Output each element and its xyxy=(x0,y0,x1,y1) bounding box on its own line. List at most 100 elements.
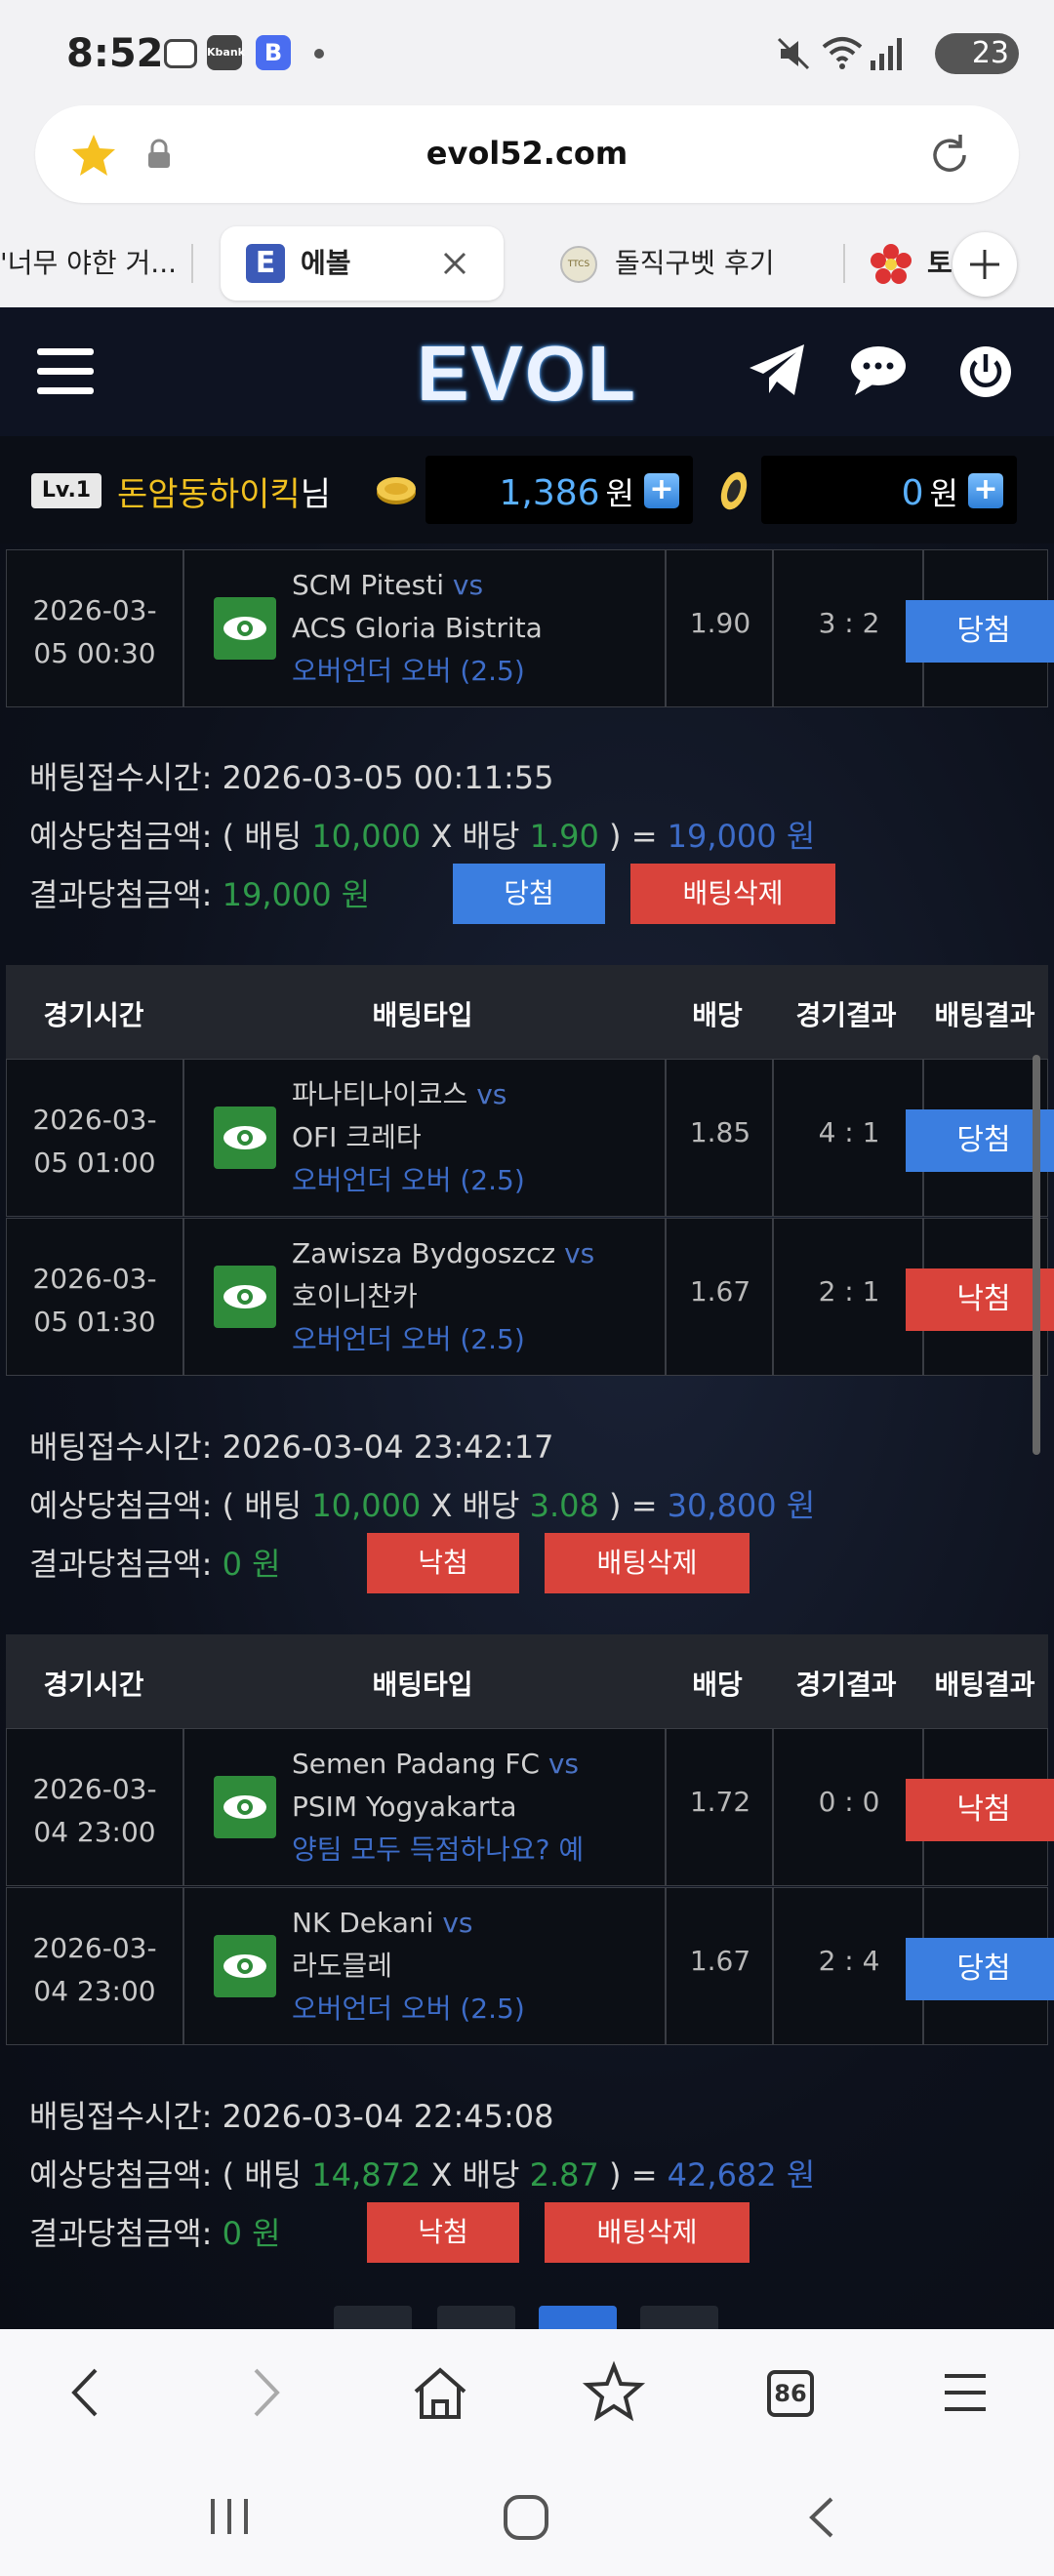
home-team: Semen Padang FC xyxy=(292,1748,540,1780)
back-arrow-icon[interactable] xyxy=(53,2358,121,2427)
game-score: 3 : 2 xyxy=(818,607,880,639)
eye-icon[interactable] xyxy=(214,1266,276,1328)
game-time: 2026-03- 05 01:30 xyxy=(32,1263,157,1338)
username-text: 돈암동하이킥 xyxy=(117,475,301,514)
col-bet-result: 배팅결과 xyxy=(934,1669,1035,1701)
table-row: 2026-03- 05 01:30 Zawisza Bydgoszcz vs 호이… xyxy=(6,1218,1048,1376)
match-info: SCM Pitesti vs ACS Gloria Bistrita 오버언더 … xyxy=(292,564,543,693)
col-type: 배팅타입 xyxy=(372,999,473,1031)
col-game-result: 경기결과 xyxy=(795,1669,897,1701)
menu-icon[interactable] xyxy=(931,2358,999,2427)
bet-result-badge: 당첨 xyxy=(906,600,1054,663)
away-team: ACS Gloria Bistrita xyxy=(292,612,543,644)
vs-label: vs xyxy=(547,1748,580,1780)
address-bar[interactable]: evol52.com xyxy=(35,105,1019,203)
delete-bet-button[interactable]: 배팅삭제 xyxy=(630,864,835,924)
match-info: NK Dekani vs 라도믈레 오버언더 오버 (2.5) xyxy=(292,1902,525,2031)
bet-type: 양팀 모두 득점하나요? 예 xyxy=(292,1833,585,1866)
home-icon[interactable] xyxy=(406,2358,474,2427)
bet-type: 오버언더 오버 (2.5) xyxy=(292,1992,525,2025)
col-type: 배팅타입 xyxy=(372,1669,473,1701)
eye-icon[interactable] xyxy=(214,597,276,660)
clock: 8:52 xyxy=(66,31,164,76)
away-team: PSIM Yogyakarta xyxy=(292,1791,517,1823)
col-odds: 배당 xyxy=(692,999,743,1031)
mute-icon xyxy=(777,37,810,70)
pagination-button[interactable] xyxy=(334,2306,412,2329)
home-button-icon[interactable] xyxy=(502,2493,550,2542)
home-team: SCM Pitesti xyxy=(292,569,444,601)
pagination-button-active[interactable] xyxy=(539,2306,617,2329)
accept-time-line: 배팅접수시간: 2026-03-05 00:11:55 xyxy=(29,759,554,796)
col-odds: 배당 xyxy=(692,1669,743,1701)
vs-label: vs xyxy=(476,1078,507,1110)
point-chip-icon xyxy=(720,471,748,510)
table-row: 2026-03- 04 23:00 NK Dekani vs 라도믈레 오버언더 … xyxy=(6,1887,1048,2045)
tabs-icon: 86 xyxy=(767,2370,814,2417)
power-icon[interactable] xyxy=(958,344,1013,399)
game-score: 0 : 0 xyxy=(818,1786,880,1818)
forward-arrow-icon[interactable] xyxy=(230,2358,299,2427)
pagination-button[interactable] xyxy=(640,2306,718,2329)
game-time: 2026-03- 05 01:00 xyxy=(32,1104,157,1179)
pagination-button[interactable] xyxy=(437,2306,515,2329)
tab-label: '너무 야한 거... xyxy=(0,247,177,279)
eye-icon[interactable] xyxy=(214,1107,276,1169)
b-app-icon: B xyxy=(256,35,291,70)
away-team: OFI 크레타 xyxy=(292,1121,422,1153)
eye-icon[interactable] xyxy=(214,1935,276,1997)
home-team: 파나티나이코스 xyxy=(292,1078,468,1110)
browser-toolbar: evol52.com '너무 야한 거... E 에볼 TTCS 돌직구벳 후기 xyxy=(0,98,1054,307)
table-header: 경기시간 배팅타입 배당 경기결과 배팅결과 xyxy=(6,965,1048,1059)
match-info: 파나티나이코스 vs OFI 크레타 오버언더 오버 (2.5) xyxy=(292,1073,525,1202)
username: 돈암동하이킥님 xyxy=(117,467,331,515)
game-time: 2026-03- 04 23:00 xyxy=(32,1932,157,2007)
result-status-button[interactable]: 낙첨 xyxy=(367,2202,519,2263)
table-header: 경기시간 배팅타입 배당 경기결과 배팅결과 xyxy=(6,1634,1048,1728)
table-row: 2026-03- 04 23:00 Semen Padang FC vs PSIM… xyxy=(6,1728,1048,1886)
recent-apps-icon[interactable] xyxy=(205,2495,254,2538)
money-unit: 원 xyxy=(605,475,634,512)
delete-bet-button[interactable]: 배팅삭제 xyxy=(545,2202,750,2263)
away-team: 호이니찬카 xyxy=(292,1280,418,1312)
point-plus-button[interactable]: + xyxy=(968,473,1003,508)
url-text: evol52.com xyxy=(426,135,628,172)
signal-icon xyxy=(871,38,902,70)
point-amount: 0 xyxy=(901,473,924,513)
level-badge: Lv.1 xyxy=(31,473,101,508)
table-row: 2026-03- 05 00:30 SCM Pitesti vs ACS Glor… xyxy=(6,549,1048,707)
tab-label: 토 xyxy=(927,247,953,279)
accept-time-line: 배팅접수시간: 2026-03-04 23:42:17 xyxy=(29,1429,554,1466)
home-team: NK Dekani xyxy=(292,1907,434,1939)
charge-button[interactable]: + xyxy=(644,473,679,508)
status-bar: 8:52 Kbank B 23 xyxy=(0,0,1054,98)
match-info: Semen Padang FC vs PSIM Yogyakarta 양팀 모두… xyxy=(292,1743,584,1872)
new-tab-button[interactable] xyxy=(953,232,1017,297)
coin-icon xyxy=(377,477,416,504)
tab-divider xyxy=(843,244,845,283)
tab-item-active[interactable]: E 에볼 xyxy=(221,226,504,301)
back-button-icon[interactable] xyxy=(798,2493,847,2542)
tab-item[interactable]: '너무 야한 거... xyxy=(0,226,177,301)
bet-type: 오버언더 오버 (2.5) xyxy=(292,1164,525,1196)
reload-icon[interactable] xyxy=(925,131,974,180)
scrollbar[interactable] xyxy=(1033,1055,1040,1455)
system-nav-bar xyxy=(0,2456,1054,2576)
tabs-count-button[interactable]: 86 xyxy=(757,2358,826,2427)
odds-value: 1.85 xyxy=(689,1116,751,1148)
money-amount: 1,386 xyxy=(499,473,600,513)
plus-icon xyxy=(970,250,999,279)
col-time: 경기시간 xyxy=(43,1669,144,1701)
result-status-button[interactable]: 당첨 xyxy=(453,864,605,924)
result-status-button[interactable]: 낙첨 xyxy=(367,1533,519,1593)
bet-type: 오버언더 오버 (2.5) xyxy=(292,655,525,687)
bookmarks-star-icon[interactable] xyxy=(580,2358,648,2427)
accept-time-line: 배팅접수시간: 2026-03-04 22:45:08 xyxy=(29,2098,554,2135)
close-tab-icon[interactable] xyxy=(441,250,468,277)
chat-icon[interactable] xyxy=(849,344,908,397)
eye-icon[interactable] xyxy=(214,1776,276,1838)
telegram-icon[interactable] xyxy=(748,342,806,397)
point-unit: 원 xyxy=(929,475,958,512)
delete-bet-button[interactable]: 배팅삭제 xyxy=(545,1533,750,1593)
bet-result-badge: 당첨 xyxy=(906,1938,1054,2000)
